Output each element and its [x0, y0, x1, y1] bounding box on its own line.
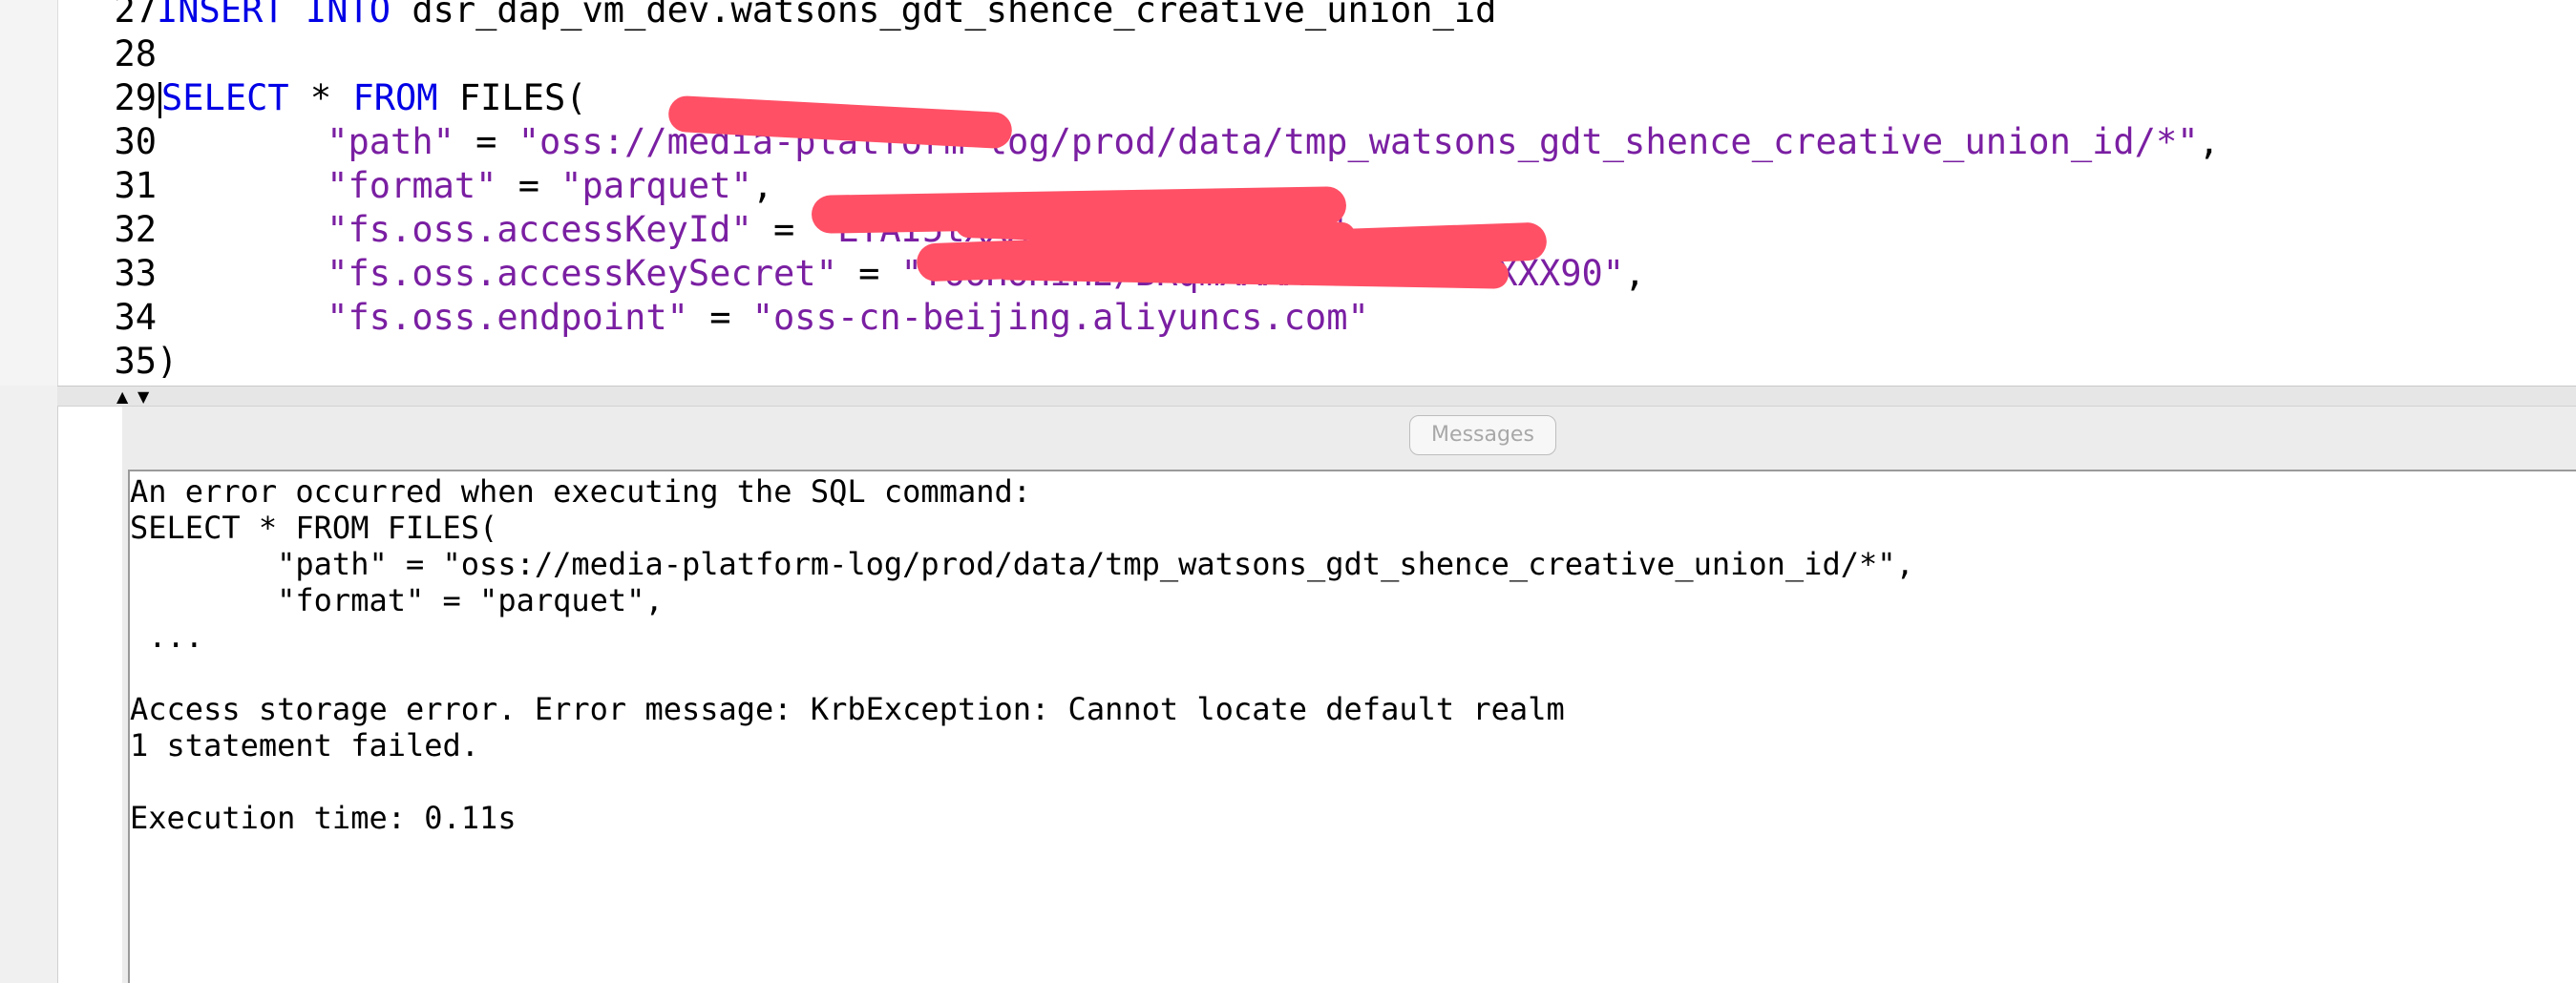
sql-editor[interactable]: 27 INSERT INTO dsr_dap_vm_dev.watsons_gdt…: [0, 0, 2576, 386]
panel-left-margin: [0, 386, 58, 983]
sql-keyword: INSERT INTO: [157, 0, 391, 31]
code-text: INSERT INTO dsr_dap_vm_dev.watsons_gdt_s…: [157, 0, 1496, 32]
message-line: ...: [130, 618, 204, 655]
sql-string: "fs.oss.accessKeySecret": [327, 253, 837, 294]
message-line: 1 statement failed.: [130, 727, 480, 763]
sql-token: ,: [751, 165, 774, 206]
sql-string: "fs.oss.endpoint": [327, 297, 688, 338]
code-text: "format" = "parquet",: [157, 164, 773, 208]
collapse-up-icon[interactable]: ▲: [116, 389, 128, 405]
line-number: 28: [114, 33, 157, 74]
code-text: SELECT * FROM FILES(: [157, 76, 587, 120]
sql-token: ): [157, 341, 179, 382]
sql-string: "path": [327, 121, 454, 162]
sql-token: FILES(: [437, 77, 587, 118]
sql-token: ,: [2198, 121, 2220, 162]
line-number: 30: [114, 121, 157, 162]
code-text: "fs.oss.endpoint" = "oss-cn-beijing.aliy…: [157, 296, 1369, 340]
message-line: Access storage error. Error message: Krb…: [130, 691, 1565, 727]
pane-splitter[interactable]: ▲ ▼: [57, 386, 2576, 407]
code-text: "path" = "oss://media-platform-log/prod/…: [157, 120, 2220, 164]
message-line: An error occurred when executing the SQL…: [130, 473, 1032, 510]
sql-token: =: [496, 165, 561, 206]
message-line: "format" = "parquet",: [130, 582, 664, 618]
tab-messages[interactable]: Messages: [1409, 415, 1556, 455]
editor-left-margin: [0, 0, 58, 386]
sql-token: ,: [1624, 253, 1646, 294]
sql-string: "fs.oss.accessKeyId": [327, 209, 752, 250]
sql-keyword: FROM: [352, 77, 438, 118]
sql-string: "format": [327, 165, 497, 206]
line-number: 32: [114, 209, 157, 250]
sql-token: =: [751, 209, 816, 250]
line-number: 34: [114, 297, 157, 338]
sql-token: =: [836, 253, 901, 294]
line-number: 31: [114, 165, 157, 206]
sql-string: "oss-cn-beijing.aliyuncs.com": [751, 297, 1369, 338]
message-line: "path" = "oss://media-platform-log/prod/…: [130, 546, 1914, 582]
line-number: 35: [114, 341, 157, 382]
line-number: 33: [114, 253, 157, 294]
sql-token: *: [288, 77, 353, 118]
collapse-down-icon[interactable]: ▼: [137, 389, 149, 405]
code-text: ): [157, 340, 178, 384]
sql-keyword: SELECT: [161, 77, 289, 118]
message-line: Execution time: 0.11s: [130, 800, 517, 836]
sql-string: "parquet": [560, 165, 752, 206]
sql-token: dsr_dap_vm_dev.watsons_gdt_shence_creati…: [391, 0, 1497, 31]
line-number: 29: [114, 77, 157, 118]
line-number: 27: [114, 0, 157, 31]
message-line: SELECT * FROM FILES(: [130, 510, 498, 546]
sql-token: =: [454, 121, 518, 162]
sql-token: =: [687, 297, 752, 338]
